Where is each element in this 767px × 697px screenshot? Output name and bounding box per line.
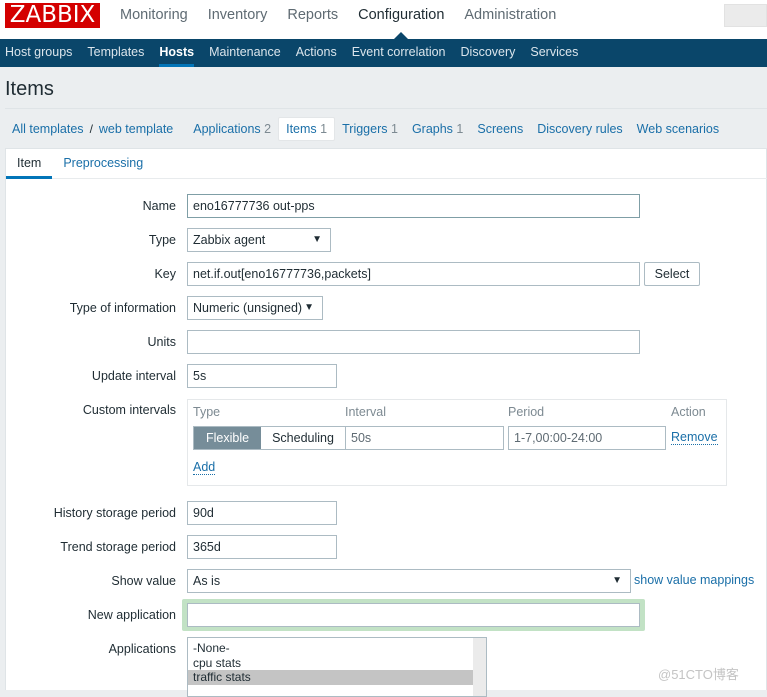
key-input[interactable]: net.if.out[eno16777736,packets] — [187, 262, 640, 286]
nav-triggers[interactable]: Triggers 1 — [335, 118, 405, 140]
application-option-cpu-stats[interactable]: cpu stats — [188, 656, 473, 671]
new-application-label: New application — [87, 608, 176, 622]
tab-preprocessing[interactable]: Preprocessing — [52, 149, 154, 178]
new-application-input[interactable] — [187, 603, 640, 627]
top-menu-configuration[interactable]: Configuration — [358, 0, 444, 39]
type-of-information-select[interactable]: Numeric (unsigned) ▼ — [187, 296, 323, 320]
interval-input[interactable]: 50s — [345, 426, 504, 450]
dropdown-arrow-icon: ▼ — [304, 302, 314, 313]
listbox-scrollbar[interactable] — [473, 638, 486, 696]
name-label: Name — [142, 199, 176, 213]
top-menu-monitoring[interactable]: Monitoring — [120, 0, 188, 32]
type-of-information-label: Type of information — [69, 301, 176, 315]
col-header-type: Type — [193, 405, 221, 419]
units-input[interactable] — [187, 330, 640, 354]
page-title: Items — [5, 78, 54, 100]
top-header: ZABBIX Monitoring Inventory Reports Conf… — [0, 0, 767, 39]
application-option-none[interactable]: -None- — [188, 641, 473, 656]
breadcrumb-all-templates[interactable]: All templates — [5, 118, 88, 140]
applications-label: Applications — [108, 642, 176, 656]
units-label: Units — [147, 335, 176, 349]
sub-menu-actions[interactable]: Actions — [291, 39, 347, 67]
show-value-select[interactable]: As is ▼ — [187, 569, 631, 593]
nav-discovery-rules[interactable]: Discovery rules — [530, 118, 629, 140]
watermark: @51CTO博客 — [658, 667, 739, 682]
sub-menu-discovery[interactable]: Discovery — [456, 39, 526, 67]
sub-menu-host-groups[interactable]: Host groups — [0, 39, 82, 67]
show-value-mappings-link[interactable]: show value mappings — [634, 573, 754, 587]
breadcrumb-separator: / — [89, 122, 93, 136]
history-storage-input[interactable]: 90d — [187, 501, 337, 525]
dropdown-arrow-icon: ▼ — [612, 575, 622, 586]
col-header-period: Period — [508, 405, 545, 419]
custom-intervals-label: Custom intervals — [82, 403, 176, 417]
search-input[interactable] — [724, 4, 767, 27]
scheduling-option[interactable]: Scheduling — [261, 427, 345, 449]
zabbix-logo[interactable]: ZABBIX — [5, 3, 100, 28]
breadcrumb-template[interactable]: web template — [95, 118, 180, 140]
update-interval-label: Update interval — [91, 369, 176, 383]
top-menu: Monitoring Inventory Reports Configurati… — [120, 0, 576, 39]
top-menu-administration[interactable]: Administration — [464, 0, 556, 32]
sub-menu-event-correlation[interactable]: Event correlation — [347, 39, 456, 67]
flexible-option[interactable]: Flexible — [194, 427, 262, 449]
nav-graphs[interactable]: Graphs 1 — [405, 118, 470, 140]
application-option-traffic-stats[interactable]: traffic stats — [188, 670, 473, 685]
nav-items[interactable]: Items 1 — [278, 117, 336, 141]
show-value-label: Show value — [111, 574, 176, 588]
col-header-action: Action — [671, 405, 706, 419]
dropdown-arrow-icon: ▼ — [312, 234, 322, 245]
form-tabs: Item Preprocessing — [6, 149, 767, 179]
sub-menu-services[interactable]: Services — [525, 39, 588, 67]
tab-item[interactable]: Item — [6, 149, 53, 179]
trend-storage-label: Trend storage period — [60, 540, 176, 554]
type-select[interactable]: Zabbix agent ▼ — [187, 228, 331, 252]
nav-screens[interactable]: Screens — [470, 118, 530, 140]
custom-intervals-table: Type Interval Period Action Flexible Sch… — [187, 399, 727, 486]
remove-interval-link[interactable]: Remove — [671, 430, 718, 445]
sub-menu-templates[interactable]: Templates — [82, 39, 154, 67]
breadcrumb: All templates / web template Application… — [5, 117, 726, 141]
top-menu-inventory[interactable]: Inventory — [208, 0, 268, 32]
type-label: Type — [148, 233, 176, 247]
sub-menu-hosts[interactable]: Hosts — [154, 39, 204, 67]
name-input[interactable]: eno16777736 out-pps — [187, 194, 640, 218]
title-divider — [5, 108, 767, 109]
sub-menu-maintenance[interactable]: Maintenance — [204, 39, 291, 67]
trend-storage-input[interactable]: 365d — [187, 535, 337, 559]
add-interval-link[interactable]: Add — [193, 460, 216, 475]
item-form-panel: Item Preprocessing Name eno16777736 out-… — [5, 148, 767, 697]
key-label: Key — [154, 267, 176, 281]
sub-menu: Host groups Templates Hosts Maintenance … — [0, 39, 767, 67]
applications-listbox[interactable]: -None- cpu stats traffic stats — [187, 637, 487, 697]
history-storage-label: History storage period — [53, 506, 176, 520]
nav-web-scenarios[interactable]: Web scenarios — [630, 118, 726, 140]
period-input[interactable]: 1-7,00:00-24:00 — [508, 426, 666, 450]
top-menu-reports[interactable]: Reports — [287, 0, 338, 32]
key-select-button[interactable]: Select — [644, 262, 700, 286]
interval-type-toggle: Flexible Scheduling — [193, 426, 346, 450]
col-header-interval: Interval — [345, 405, 386, 419]
nav-applications[interactable]: Applications 2 — [186, 118, 278, 140]
update-interval-input[interactable]: 5s — [187, 364, 337, 388]
